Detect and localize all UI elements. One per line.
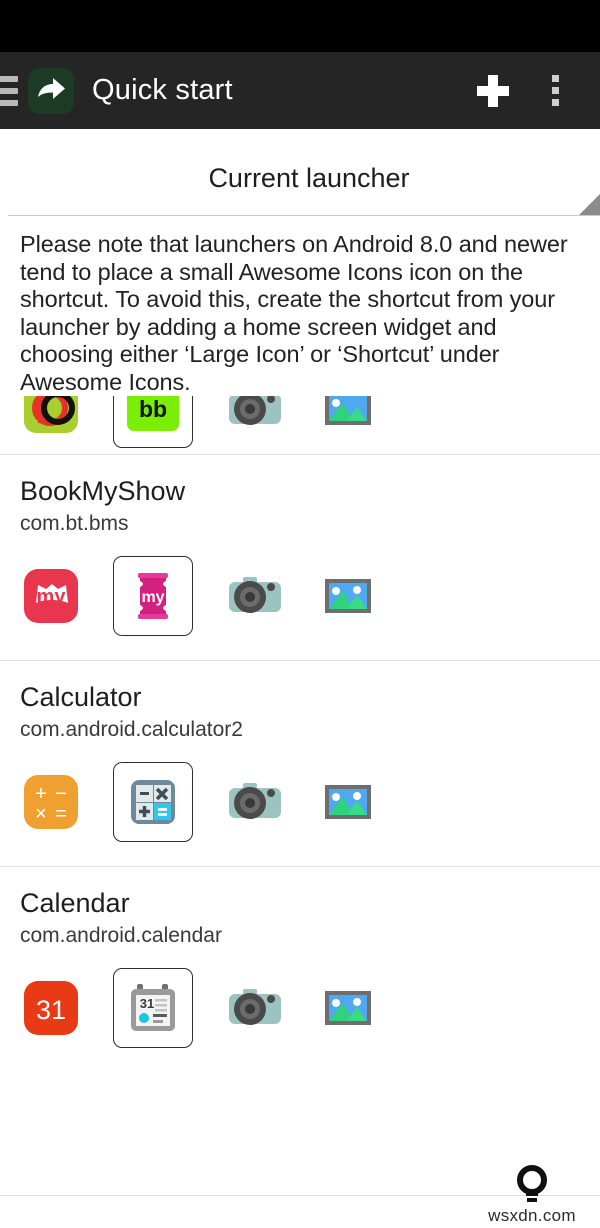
hamburger-icon[interactable] — [0, 75, 18, 106]
camera-icon[interactable] — [224, 565, 286, 627]
app-package: com.android.calendar — [20, 924, 222, 947]
current-launcher-header: Current launcher — [0, 129, 600, 216]
gallery-icon[interactable] — [317, 977, 379, 1039]
current-launcher-title: Current launcher — [208, 163, 410, 193]
app-package: com.android.calculator2 — [20, 718, 243, 741]
resize-handle-icon[interactable] — [579, 194, 600, 215]
overflow-menu-button[interactable] — [524, 60, 586, 122]
header-divider — [8, 215, 600, 216]
svg-text:31: 31 — [36, 995, 66, 1025]
svg-text:−: − — [55, 783, 67, 805]
more-vert-icon — [551, 75, 559, 106]
svg-text:bb: bb — [139, 396, 167, 422]
gallery-icon[interactable] — [317, 771, 379, 833]
lightbulb-icon — [472, 1165, 592, 1205]
camera-icon[interactable] — [224, 977, 286, 1039]
icon-strip: 31 31 — [20, 962, 600, 1054]
list-item[interactable]: Calculator com.android.calculator2 + − ×… — [0, 660, 600, 866]
svg-text:=: = — [55, 803, 67, 825]
calendar-themed-icon[interactable]: 31 — [113, 968, 193, 1048]
app-root: Quick start Current launcher Please note… — [0, 0, 600, 1228]
row-divider — [0, 660, 600, 661]
svg-text:×: × — [35, 803, 47, 825]
calculator-themed-icon[interactable] — [113, 762, 193, 842]
list-item[interactable]: bb — [0, 396, 600, 454]
icon-strip: my my — [20, 550, 600, 642]
status-bar — [0, 0, 600, 52]
svg-text:31: 31 — [140, 996, 154, 1011]
gallery-icon[interactable] — [317, 396, 379, 439]
app-name: Calendar — [20, 888, 130, 918]
bookmyshow-original-icon[interactable]: my — [20, 565, 82, 627]
toolbar: Quick start — [0, 52, 600, 129]
row-divider — [0, 866, 600, 867]
icon-strip: + − × = — [20, 756, 600, 848]
gallery-icon[interactable] — [317, 565, 379, 627]
camera-icon[interactable] — [224, 396, 286, 439]
app-name: Calculator — [20, 682, 142, 712]
row-divider — [0, 454, 600, 455]
calculator-original-icon[interactable]: + − × = — [20, 771, 82, 833]
svg-text:+: + — [35, 783, 47, 805]
calendar-original-icon[interactable]: 31 — [20, 977, 82, 1039]
watermark-text: wsxdn.com — [488, 1206, 576, 1225]
bb-original-icon[interactable] — [20, 396, 82, 439]
bb-themed-icon[interactable]: bb — [113, 396, 193, 448]
plus-icon — [477, 74, 509, 107]
watermark: wsxdn.com — [472, 1165, 592, 1226]
list-item[interactable]: BookMyShow com.bt.bms my my — [0, 454, 600, 660]
list-item[interactable]: Calendar com.android.calendar 31 31 — [0, 866, 600, 1072]
svg-text:my: my — [37, 586, 67, 608]
icon-strip: bb — [20, 396, 600, 454]
camera-icon[interactable] — [224, 771, 286, 833]
launcher-note-text: Please note that launchers on Android 8.… — [20, 231, 568, 395]
add-button[interactable] — [462, 60, 524, 122]
app-package: com.bt.bms — [20, 512, 129, 535]
app-name: BookMyShow — [20, 476, 186, 506]
page-title: Quick start — [92, 74, 233, 106]
share-arrow-icon[interactable] — [28, 67, 74, 114]
svg-text:my: my — [141, 589, 164, 606]
bookmyshow-themed-icon[interactable]: my — [113, 556, 193, 636]
